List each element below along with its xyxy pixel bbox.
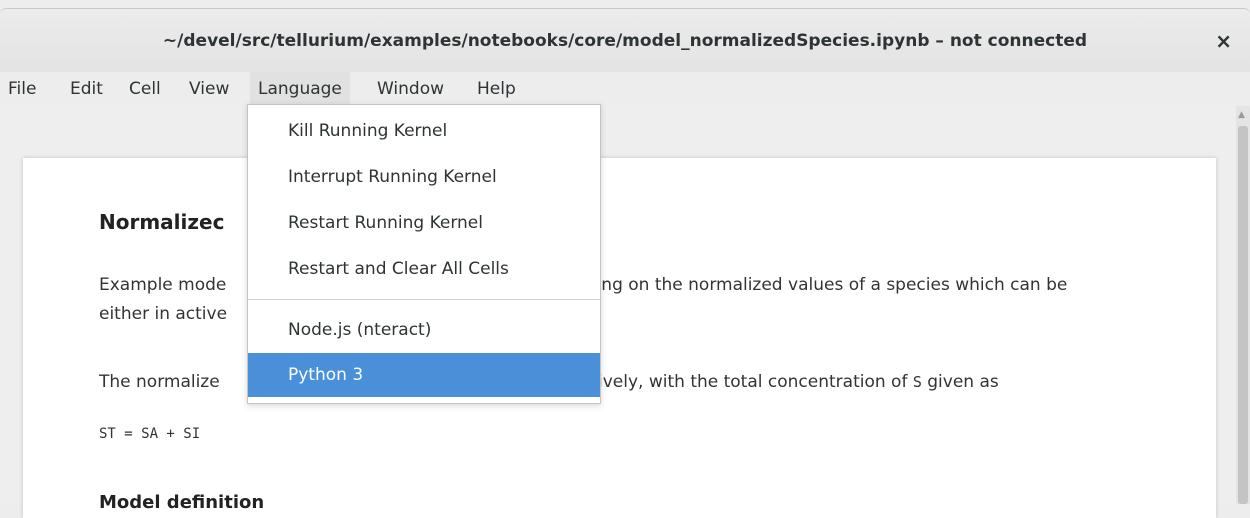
species-code: S <box>912 373 922 391</box>
scroll-up-icon[interactable]: ▲ <box>1238 110 1245 120</box>
equation-code: ST = SA + SI <box>99 426 201 442</box>
menu-item-restart-clear[interactable]: Restart and Clear All Cells <box>248 247 600 291</box>
menu-item-python3[interactable]: Python 3 <box>248 353 600 397</box>
menu-item-nodejs[interactable]: Node.js (nteract) <box>248 308 600 352</box>
paragraph-1-line2: either in active <box>99 304 228 324</box>
menu-item-interrupt-kernel[interactable]: Interrupt Running Kernel <box>248 155 600 199</box>
paragraph-1-right: nding on the normalized values of a spec… <box>575 275 1068 295</box>
scroll-thumb[interactable] <box>1238 126 1248 504</box>
close-icon[interactable]: × <box>1215 29 1232 53</box>
cell-heading: Normalizec <box>99 210 225 234</box>
language-menu-dropdown: Kill Running Kernel Interrupt Running Ke… <box>247 104 601 404</box>
paragraph-2-left: The normalize <box>99 372 220 392</box>
vertical-scrollbar[interactable]: ▲ <box>1236 106 1250 504</box>
menu-edit[interactable]: Edit <box>62 72 111 106</box>
paragraph-2-tail: given as <box>921 372 999 392</box>
paragraph-1-left: Example mode <box>99 275 227 295</box>
menu-file[interactable]: File <box>0 72 44 106</box>
menu-help[interactable]: Help <box>469 72 524 106</box>
window-title: ~/devel/src/tellurium/examples/notebooks… <box>162 31 1088 51</box>
menu-item-restart-kernel[interactable]: Restart Running Kernel <box>248 201 600 245</box>
window-titlebar: ~/devel/src/tellurium/examples/notebooks… <box>0 8 1250 73</box>
menu-separator <box>248 299 600 300</box>
menu-cell[interactable]: Cell <box>121 72 169 106</box>
menu-window[interactable]: Window <box>369 72 452 106</box>
menu-item-kill-kernel[interactable]: Kill Running Kernel <box>248 109 600 153</box>
paragraph-2-text: ctively, with the total concentration of <box>582 372 913 392</box>
paragraph-2-right: ctively, with the total concentration of… <box>582 372 999 392</box>
menu-language[interactable]: Language <box>250 72 350 106</box>
menubar: File Edit Cell View Language Window Help <box>0 72 1250 106</box>
menu-view[interactable]: View <box>181 72 237 106</box>
model-definition-heading: Model definition <box>99 492 265 513</box>
